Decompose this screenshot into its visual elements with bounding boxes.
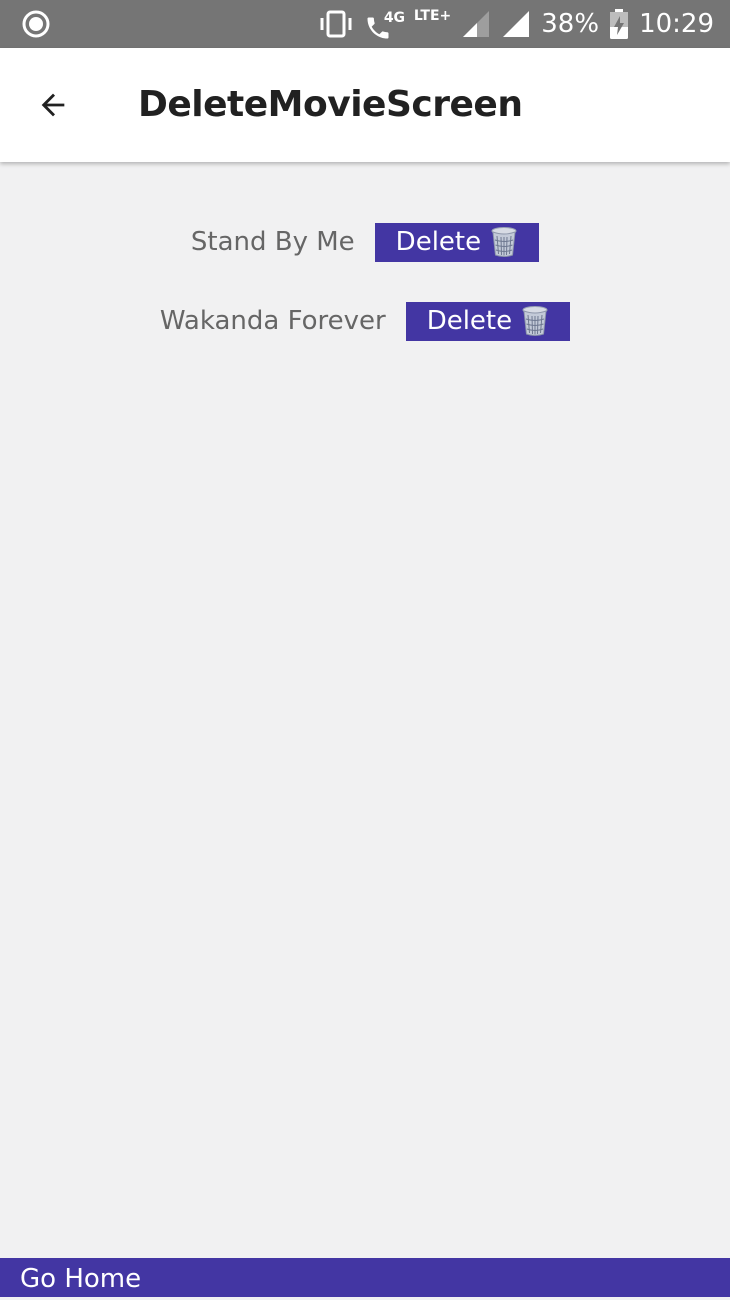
vibrate-icon xyxy=(320,10,352,38)
network-type-label: 4G xyxy=(383,10,406,26)
trash-icon xyxy=(522,306,548,336)
trash-icon xyxy=(491,227,517,257)
signal-icon xyxy=(463,11,490,37)
record-icon xyxy=(22,10,50,38)
movie-title: Wakanda Forever xyxy=(159,306,386,336)
status-icons: 4G LTE+ 38% 10:29 xyxy=(318,0,714,48)
battery-percent: 38% xyxy=(541,9,600,39)
delete-button-label: Delete xyxy=(426,306,513,336)
delete-button-label: Delete xyxy=(395,227,482,257)
battery-charging-icon xyxy=(610,9,629,39)
wifi-calling-icon: 4G xyxy=(364,4,406,44)
app-bar: DeleteMovieScreen xyxy=(0,48,730,162)
delete-button[interactable]: Delete xyxy=(374,222,540,262)
arrow-back-icon xyxy=(41,93,65,117)
page-title: DeleteMovieScreen xyxy=(138,84,523,125)
clock: 10:29 xyxy=(639,9,714,39)
movie-title: Stand By Me xyxy=(190,227,355,257)
signal-icon xyxy=(503,11,530,37)
lte-label: LTE+ xyxy=(413,8,452,24)
go-home-button[interactable]: Go Home xyxy=(0,1258,730,1297)
list-item: Wakanda Forever Delete xyxy=(0,301,730,341)
status-bar: 4G LTE+ 38% 10:29 xyxy=(0,0,730,48)
list-item: Stand By Me Delete xyxy=(0,222,730,262)
go-home-label: Go Home xyxy=(20,1264,142,1294)
back-button[interactable] xyxy=(22,74,84,136)
movie-list: Stand By Me Delete Wakanda Forever Delet… xyxy=(0,222,730,380)
delete-button[interactable]: Delete xyxy=(405,301,571,341)
